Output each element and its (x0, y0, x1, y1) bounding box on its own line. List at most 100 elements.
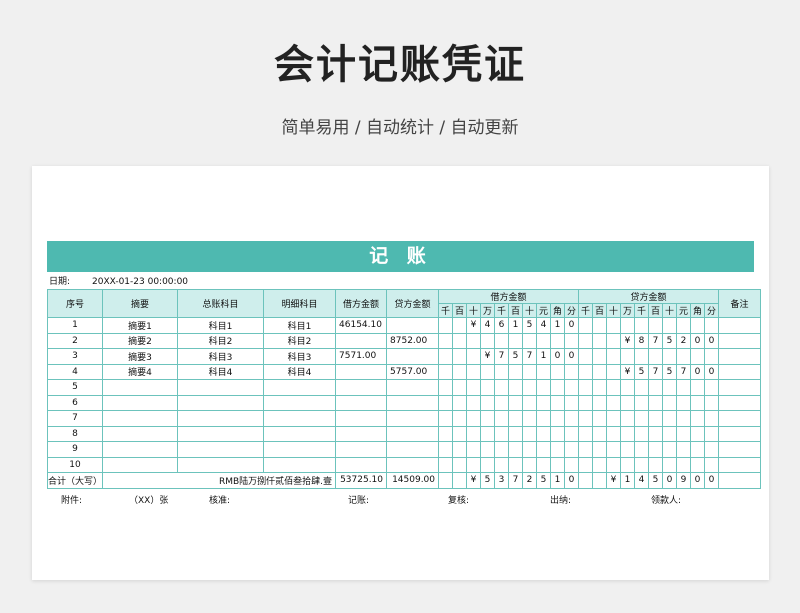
row-debit-digit (564, 410, 580, 427)
row-debit-digit (522, 332, 538, 349)
row-debit-digit: 1 (508, 317, 524, 334)
row-debit-digit: 6 (494, 317, 510, 334)
total-debit-digit: 3 (494, 472, 510, 489)
row-general-account (177, 410, 265, 427)
row-credit-digit (606, 363, 622, 380)
table-row: 1 摘要1 科目1 科目1 46154.10 ¥4 6 1 5 4 1 0 (46, 317, 762, 334)
row-debit-digit (438, 379, 454, 396)
row-credit-digit (592, 425, 608, 442)
row-debit-digit (452, 394, 468, 411)
row-summary (102, 441, 179, 458)
row-detail-account (263, 394, 337, 411)
row-debit-digit (508, 425, 524, 442)
header-detail-account: 明细科目 (263, 289, 337, 318)
total-label: 合计（大写） (46, 472, 104, 489)
row-credit-digit (704, 410, 720, 427)
attachment-label: 附件: (61, 496, 83, 506)
row-credit-digit: 7 (648, 363, 664, 380)
row-credit-digit (676, 317, 692, 334)
row-debit-digit (480, 410, 496, 427)
row-debit-digit: 1 (536, 348, 552, 365)
row-general-account (177, 394, 265, 411)
row-debit-digit: 7 (494, 348, 510, 365)
credit-digit-header: 十 (606, 303, 622, 318)
row-debit-amount (335, 379, 388, 396)
table-row: 4 摘要4 科目4 科目4 5757.00 ¥5 7 5 7 0 0 (46, 363, 762, 380)
table-row: 9 (46, 441, 762, 458)
row-general-account (177, 441, 265, 458)
header-debit-group: 借方金额 (438, 289, 580, 304)
debit-digit-header: 千 (438, 303, 454, 318)
voucher-table: 序号 摘要 总账科目 明细科目 借方金额 贷方金额 借方金额 贷方金额 备注 千… (46, 289, 762, 489)
row-detail-account: 科目3 (263, 348, 337, 365)
row-credit-digit (690, 379, 706, 396)
row-debit-digit: 5 (522, 317, 538, 334)
row-debit-digit (550, 456, 566, 473)
row-credit-digit (648, 317, 664, 334)
row-debit-digit (550, 410, 566, 427)
row-credit-digit (704, 394, 720, 411)
row-credit-digit (690, 425, 706, 442)
row-debit-digit (550, 394, 566, 411)
total-credit-digit: 5 (648, 472, 664, 489)
row-debit-digit: 7 (522, 348, 538, 365)
row-credit-digit: 0 (704, 332, 720, 349)
row-debit-digit (522, 456, 538, 473)
row-debit-digit (438, 441, 454, 458)
row-credit-digit (606, 394, 622, 411)
row-debit-digit (480, 456, 496, 473)
row-credit-digit (690, 441, 706, 458)
row-remark (718, 456, 762, 473)
row-debit-digit (536, 379, 552, 396)
row-remark (718, 348, 762, 365)
row-debit-digit (480, 394, 496, 411)
row-debit-digit (438, 394, 454, 411)
row-debit-amount (335, 394, 388, 411)
row-credit-digit (704, 317, 720, 334)
row-credit-digit: 7 (648, 332, 664, 349)
total-credit-digit (578, 472, 594, 489)
row-seq: 2 (46, 332, 104, 349)
bookkeeper-label: 记账: (348, 496, 370, 506)
row-debit-digit (466, 363, 482, 380)
row-debit-amount (335, 332, 388, 349)
total-debit-digit: 1 (550, 472, 566, 489)
row-credit-digit (634, 441, 650, 458)
row-debit-digit (522, 441, 538, 458)
row-debit-digit (536, 394, 552, 411)
row-debit-digit (494, 394, 510, 411)
row-remark (718, 379, 762, 396)
debit-digit-header: 分 (564, 303, 580, 318)
row-debit-digit (522, 394, 538, 411)
row-debit-digit (508, 332, 524, 349)
debit-digit-header: 十 (466, 303, 482, 318)
credit-digit-header: 万 (620, 303, 636, 318)
row-credit-digit: ¥ (620, 363, 636, 380)
row-debit-digit (508, 456, 524, 473)
table-row: 8 (46, 425, 762, 442)
row-debit-digit (480, 425, 496, 442)
credit-digit-header: 元 (676, 303, 692, 318)
row-debit-digit (550, 425, 566, 442)
row-credit-digit (592, 441, 608, 458)
row-credit-digit (662, 425, 678, 442)
header-debit-amount: 借方金额 (335, 289, 388, 318)
row-debit-digit (522, 410, 538, 427)
row-debit-digit (536, 363, 552, 380)
row-credit-digit (620, 317, 636, 334)
row-detail-account (263, 410, 337, 427)
credit-digit-header: 百 (648, 303, 664, 318)
row-credit-digit (606, 456, 622, 473)
row-credit-amount (386, 425, 440, 442)
row-credit-digit (578, 317, 594, 334)
credit-digit-header: 千 (578, 303, 594, 318)
row-detail-account (263, 425, 337, 442)
row-credit-digit (662, 456, 678, 473)
row-seq: 7 (46, 410, 104, 427)
row-remark (718, 332, 762, 349)
row-credit-amount (386, 441, 440, 458)
row-general-account (177, 425, 265, 442)
row-summary: 摘要2 (102, 332, 179, 349)
credit-digit-header: 角 (690, 303, 706, 318)
review-label: 复核: (448, 496, 470, 506)
